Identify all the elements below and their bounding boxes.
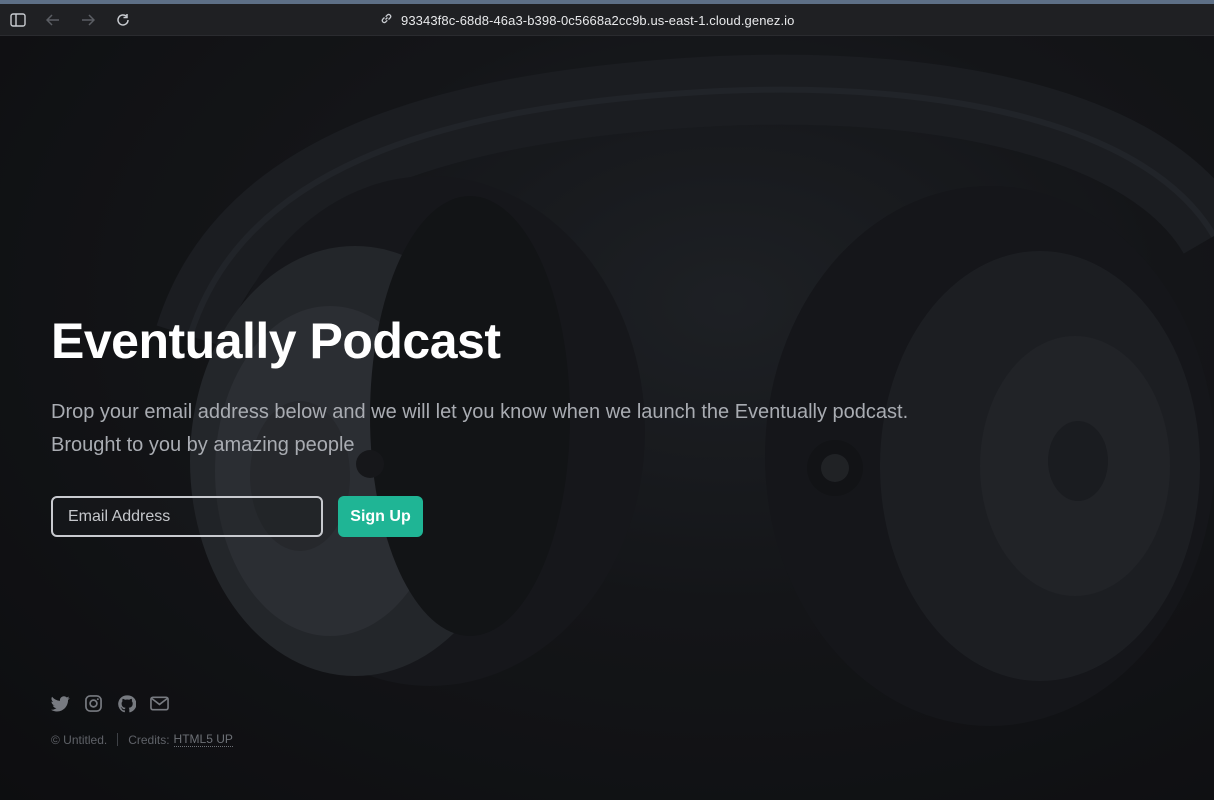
sign-up-button[interactable]: Sign Up: [338, 496, 423, 537]
page-title: Eventually Podcast: [51, 313, 501, 369]
sidebar-icon[interactable]: [8, 10, 28, 30]
forward-arrow-icon[interactable]: [78, 10, 98, 30]
copyright-text: © Untitled.: [51, 732, 108, 747]
reload-icon[interactable]: [113, 10, 133, 30]
credits-link[interactable]: HTML5 UP: [173, 732, 233, 747]
social-links: [51, 694, 169, 713]
back-arrow-icon[interactable]: [43, 10, 63, 30]
description-line-1: Drop your email address below and we wil…: [51, 401, 909, 423]
footer: © Untitled. Credits: HTML5 UP: [51, 732, 233, 747]
email-field[interactable]: [51, 496, 323, 537]
description-line-2: Brought to you by amazing people: [51, 434, 355, 456]
instagram-icon[interactable]: [84, 694, 103, 713]
hero-description: Drop your email address below and we wil…: [51, 396, 951, 462]
address-bar[interactable]: 93343f8c-68d8-46a3-b398-0c5668a2cc9b.us-…: [380, 12, 795, 28]
credits-label: Credits:: [128, 732, 170, 747]
hero-section: Eventually Podcast Drop your email addre…: [0, 36, 1214, 800]
link-icon: [380, 12, 393, 28]
footer-divider: [117, 733, 119, 746]
envelope-icon[interactable]: [150, 694, 169, 713]
browser-toolbar: 93343f8c-68d8-46a3-b398-0c5668a2cc9b.us-…: [0, 4, 1214, 36]
twitter-icon[interactable]: [51, 694, 70, 713]
url-text: 93343f8c-68d8-46a3-b398-0c5668a2cc9b.us-…: [401, 12, 795, 28]
github-icon[interactable]: [117, 694, 136, 713]
